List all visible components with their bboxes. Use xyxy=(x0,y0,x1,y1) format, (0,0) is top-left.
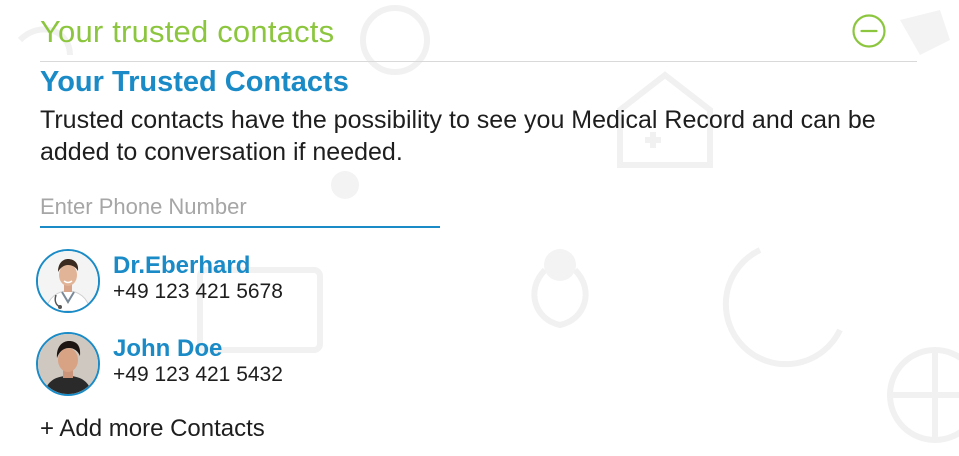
phone-number-input[interactable] xyxy=(40,188,440,228)
minus-circle-icon xyxy=(852,14,886,48)
doctor-avatar xyxy=(36,249,100,313)
contact-name: Dr.Eberhard xyxy=(113,252,251,279)
collapse-button[interactable] xyxy=(852,14,886,48)
contact-phone: +49 123 421 5432 xyxy=(113,363,283,386)
contact-item[interactable]: Dr.Eberhard +49 123 421 5678 xyxy=(36,249,436,313)
contact-item[interactable]: John Doe +49 123 421 5432 xyxy=(36,332,436,396)
section-title: Your trusted contacts xyxy=(40,14,335,49)
description-text: Trusted contacts have the possibility to… xyxy=(40,106,876,166)
page-heading: Your Trusted Contacts xyxy=(40,66,349,98)
contact-name: John Doe xyxy=(113,335,223,362)
add-more-contacts-button[interactable]: + Add more Contacts xyxy=(40,415,265,443)
section-header: Your trusted contacts xyxy=(40,8,917,62)
man-avatar xyxy=(36,332,100,396)
contact-phone: +49 123 421 5678 xyxy=(113,280,283,303)
